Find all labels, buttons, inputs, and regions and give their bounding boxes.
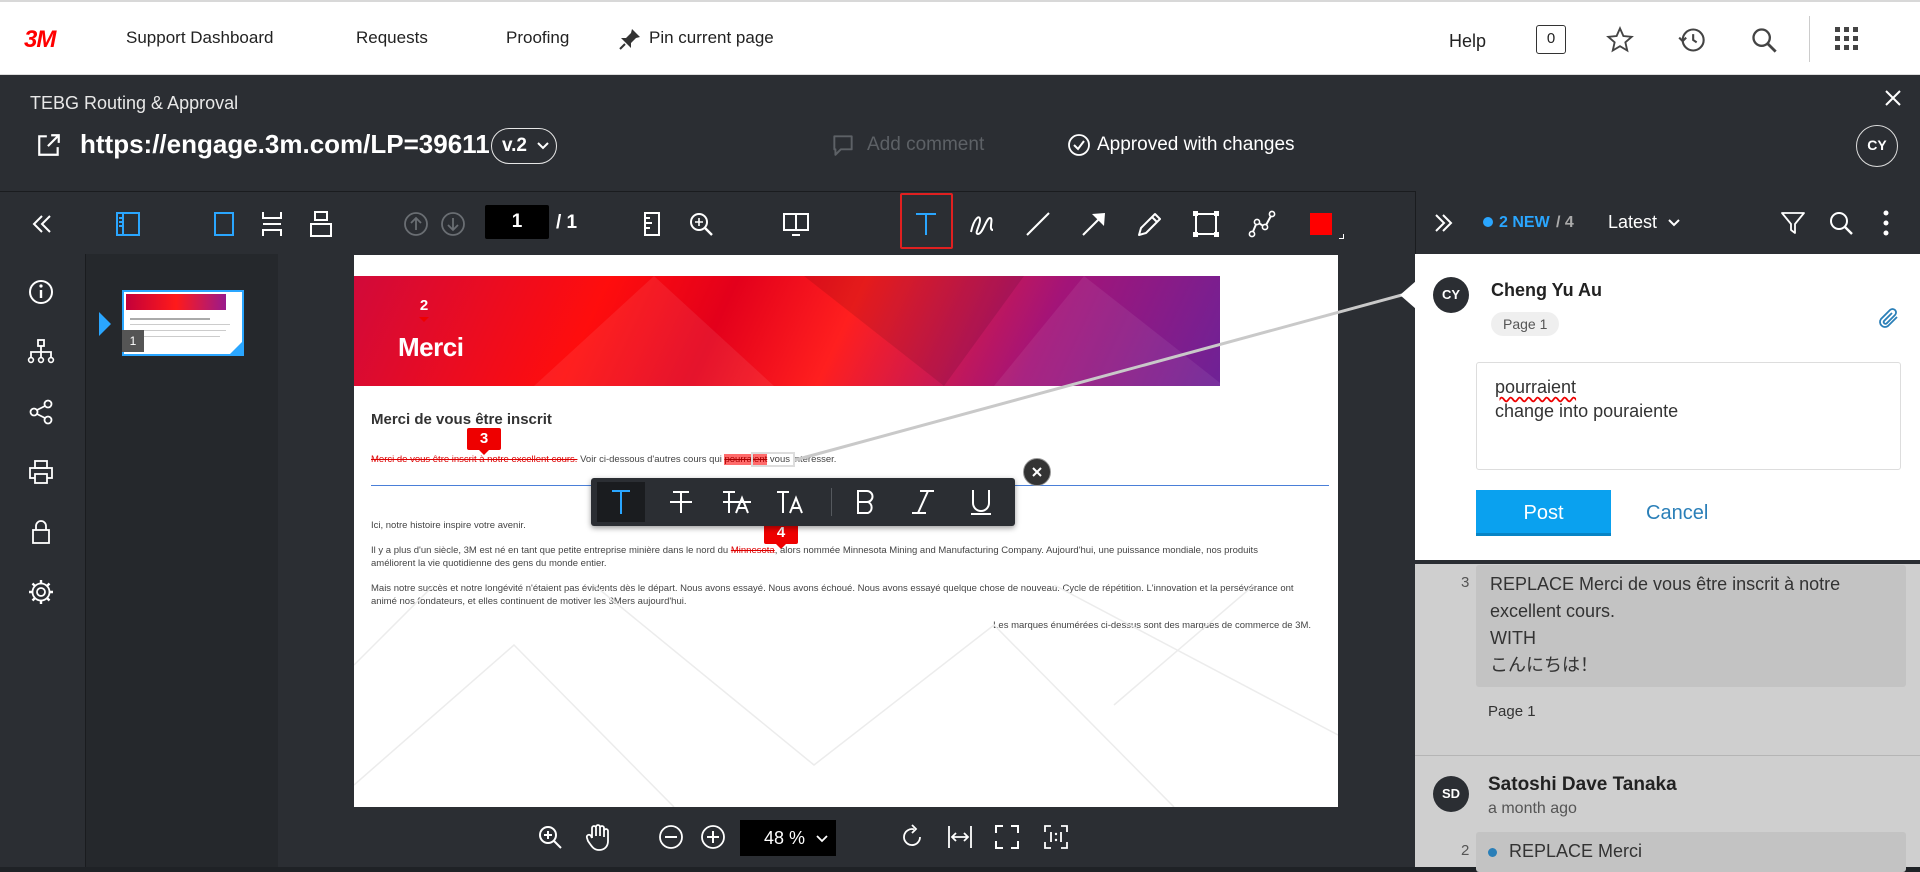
comment-timestamp: a month ago <box>1488 800 1577 817</box>
comment-text-input[interactable]: pourraient change into pouraiente <box>1476 362 1901 470</box>
underline-icon[interactable] <box>965 486 997 518</box>
comment-author-name: Cheng Yu Au <box>1491 280 1603 300</box>
new-indicator-dot <box>1483 217 1493 227</box>
cancel-button[interactable]: Cancel <box>1646 502 1708 525</box>
filter-icon[interactable] <box>1779 209 1807 237</box>
close-icon <box>1032 467 1042 477</box>
post-button[interactable]: Post <box>1476 490 1611 536</box>
strikethrough-text-icon[interactable] <box>665 486 697 518</box>
comment-3-with: WITH <box>1490 628 1536 648</box>
comment-3-page[interactable]: Page 1 <box>1488 703 1536 720</box>
italic-icon[interactable] <box>907 486 939 518</box>
comment-author-name: Satoshi Dave Tanaka <box>1488 774 1677 795</box>
unread-dot <box>1488 848 1497 857</box>
zoom-toolbar: 48 % <box>278 807 1415 867</box>
sort-label: Latest <box>1608 212 1658 232</box>
comment-author-avatar: CY <box>1433 277 1469 313</box>
replace-text-icon[interactable] <box>721 486 753 518</box>
misspelled-word: pourraient <box>1495 377 1577 397</box>
text-format-toolbar <box>591 478 1015 526</box>
comment-3-body[interactable]: REPLACE Merci de vous être inscrit à not… <box>1476 565 1906 687</box>
active-comment-card: CY Cheng Yu Au Page 1 pourraient change … <box>1415 254 1920 564</box>
collapse-right-icon[interactable] <box>1430 209 1458 237</box>
zoom-out-icon[interactable] <box>657 823 685 851</box>
chevron-down-icon <box>816 835 828 843</box>
bold-icon[interactable] <box>849 486 881 518</box>
zoom-area-icon[interactable] <box>536 823 564 851</box>
zoom-level-value: 48 % <box>764 828 806 848</box>
zoom-in-icon[interactable] <box>699 823 727 851</box>
comment-page-chip[interactable]: Page 1 <box>1491 312 1560 336</box>
comment-3-replacement: こんにちは！ <box>1490 655 1598 675</box>
insert-text-icon[interactable] <box>605 486 637 518</box>
comment-card-satoshi[interactable]: SD Satoshi Dave Tanaka a month ago 2 REP… <box>1415 755 1920 872</box>
comment-author-avatar: SD <box>1433 776 1469 812</box>
fit-page-icon[interactable] <box>993 823 1021 851</box>
comment-number-3: 3 <box>1461 574 1470 591</box>
attachment-paperclip-icon[interactable] <box>1877 306 1901 330</box>
total-comment-count: / 4 <box>1556 214 1574 231</box>
comment-card-pointer <box>1400 281 1416 309</box>
comment-2-text: REPLACE Merci <box>1509 841 1643 861</box>
comment-text-line-2: change into pouraiente <box>1495 401 1679 421</box>
chevron-down-icon <box>1668 219 1680 227</box>
actual-size-icon[interactable] <box>1042 823 1070 851</box>
insert-after-text-icon[interactable] <box>775 486 807 518</box>
pan-hand-icon[interactable] <box>584 822 612 852</box>
comment-3-text: REPLACE Merci de vous être inscrit à not… <box>1490 574 1841 621</box>
new-comment-count[interactable]: 2 NEW <box>1499 214 1550 232</box>
rotate-icon[interactable] <box>898 823 926 851</box>
close-format-bar-button[interactable] <box>1023 458 1051 486</box>
more-options-icon[interactable] <box>1882 209 1890 237</box>
comment-number-2: 2 <box>1461 842 1470 859</box>
zoom-level-select[interactable]: 48 % <box>740 820 836 856</box>
comment-2-body[interactable]: REPLACE Merci <box>1476 832 1906 872</box>
search-comments-icon[interactable] <box>1827 209 1855 237</box>
fit-width-icon[interactable] <box>946 823 974 851</box>
comments-panel-header: 2 NEW / 4 Latest <box>1415 191 1920 254</box>
sort-dropdown[interactable]: Latest <box>1608 212 1680 233</box>
format-divider <box>831 488 832 516</box>
